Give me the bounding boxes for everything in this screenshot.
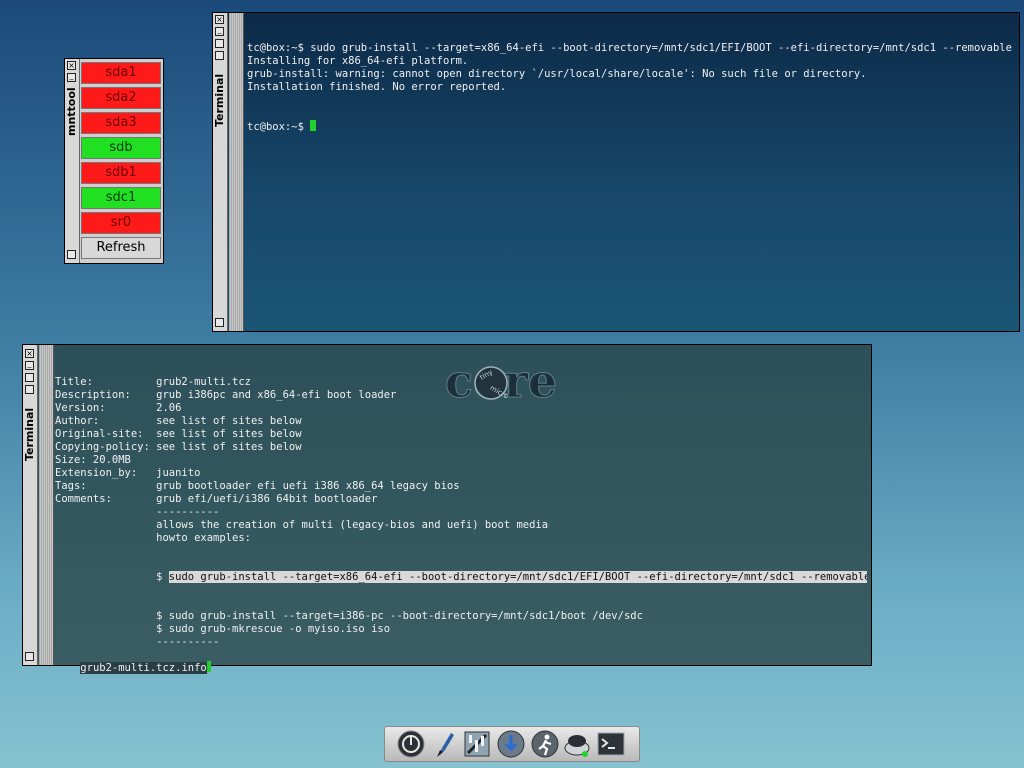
- minimize-icon[interactable]: _: [67, 72, 76, 82]
- info-line: Comments: grub efi/uefi/i386 64bit bootl…: [55, 493, 378, 505]
- info-line: ----------: [55, 506, 220, 518]
- device-button-sdc1[interactable]: sdc1: [81, 187, 161, 209]
- info-line: Description: grub i386pc and x86_64-efi …: [55, 389, 397, 401]
- device-button-sr0[interactable]: sr0: [81, 212, 161, 234]
- info-line: Copying-policy: see list of sites below: [55, 441, 302, 453]
- info-line: Original-site: see list of sites below: [55, 428, 302, 440]
- device-button-sdb[interactable]: sdb: [81, 137, 161, 159]
- wbar-taskbar: [384, 726, 640, 762]
- highlighted-command-line: $ sudo grub-install --target=x86_64-efi …: [55, 571, 867, 584]
- output-line: tc@box:~$ sudo grub-install --target=x86…: [247, 42, 1012, 54]
- terminal-icon[interactable]: [597, 730, 625, 758]
- device-button-sda3[interactable]: sda3: [81, 112, 161, 134]
- maximize-icon[interactable]: [25, 385, 34, 394]
- info-line: Author: see list of sites below: [55, 415, 302, 427]
- terminal-output[interactable]: tc@box:~$ sudo grub-install --target=x86…: [247, 16, 1015, 327]
- maximize-icon[interactable]: [25, 373, 34, 382]
- terminal-titlebar[interactable]: × _ Terminal: [213, 13, 228, 331]
- minimize-icon[interactable]: _: [25, 360, 34, 370]
- resize-icon[interactable]: [215, 318, 224, 327]
- scrollbar[interactable]: [229, 13, 244, 331]
- maximize-icon[interactable]: [215, 51, 224, 60]
- terminal-window-top: × _ Terminal tc@box:~$ sudo grub-install…: [212, 12, 1020, 332]
- maximize-icon[interactable]: [215, 39, 224, 48]
- device-button-sda2[interactable]: sda2: [81, 87, 161, 109]
- output-line: Installation finished. No error reported…: [247, 81, 507, 93]
- selected-text[interactable]: sudo grub-install --target=x86_64-efi --…: [168, 571, 867, 583]
- info-line: Size: 20.0MB: [55, 454, 131, 466]
- prompt: tc@box:~$: [247, 121, 311, 133]
- terminal-titlebar[interactable]: × _ Terminal: [23, 345, 38, 665]
- info-filename: grub2-multi.tcz.info: [80, 662, 207, 674]
- resize-icon[interactable]: [67, 250, 76, 259]
- info-line: allows the creation of multi (legacy-bio…: [55, 519, 549, 531]
- prompt-line: tc@box:~$: [247, 120, 1015, 134]
- mnttool-titlebar[interactable]: × _ mnttool: [65, 59, 80, 263]
- close-icon[interactable]: ×: [67, 61, 76, 70]
- output-line: Installing for x86_64-efi platform.: [247, 55, 469, 67]
- info-line: howto examples:: [55, 532, 251, 544]
- control-panel-icon[interactable]: [463, 730, 491, 758]
- device-button-sdb1[interactable]: sdb1: [81, 162, 161, 184]
- window-title: mnttool: [65, 87, 78, 137]
- terminal-window-bottom: × _ Terminal core tiny micro Title: grub…: [22, 344, 872, 674]
- paint-brush-icon[interactable]: [431, 730, 459, 758]
- device-button-sda1[interactable]: sda1: [81, 62, 161, 84]
- output-line: grub-install: warning: cannot open direc…: [247, 68, 867, 80]
- minimize-icon[interactable]: _: [215, 26, 224, 36]
- info-line: $ sudo grub-mkrescue -o myiso.iso iso: [55, 623, 391, 635]
- close-icon[interactable]: ×: [25, 349, 34, 358]
- info-line: Title: grub2-multi.tcz: [55, 376, 251, 388]
- line-prefix: $: [55, 571, 169, 583]
- mnttool-window: × _ mnttool sda1 sda2 sda3 sdb sdb1 sdc1 sr0 R…: [64, 58, 164, 264]
- close-icon[interactable]: ×: [215, 15, 224, 24]
- terminal-output[interactable]: Title: grub2-multi.tcz Description: grub …: [55, 350, 867, 645]
- window-title: Terminal: [213, 73, 226, 127]
- window-title: Terminal: [23, 407, 36, 461]
- text-cursor: [206, 661, 211, 672]
- resize-icon[interactable]: [25, 652, 34, 661]
- power-icon[interactable]: [397, 730, 425, 758]
- run-icon[interactable]: [531, 730, 559, 758]
- mount-tool-icon[interactable]: [563, 730, 591, 758]
- text-cursor: [310, 120, 317, 131]
- apps-download-icon[interactable]: [497, 730, 525, 758]
- refresh-button[interactable]: Refresh: [81, 237, 161, 259]
- info-line: Extension_by: juanito: [55, 467, 201, 479]
- info-line: ----------: [55, 636, 220, 645]
- info-line: $ sudo grub-install --target=i386-pc --b…: [55, 610, 643, 622]
- scrollbar[interactable]: [39, 345, 54, 665]
- info-line: Tags: grub bootloader efi uefi i386 x86_…: [55, 480, 460, 492]
- status-line: grub2-multi.tcz.info: [55, 648, 211, 688]
- info-line: Version: 2.06: [55, 402, 182, 414]
